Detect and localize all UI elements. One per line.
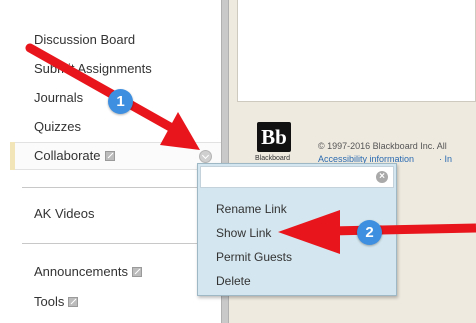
step-2-badge: 2 (357, 220, 382, 245)
step-1-badge: 1 (108, 89, 133, 114)
annotation-overlay (25, 43, 476, 254)
